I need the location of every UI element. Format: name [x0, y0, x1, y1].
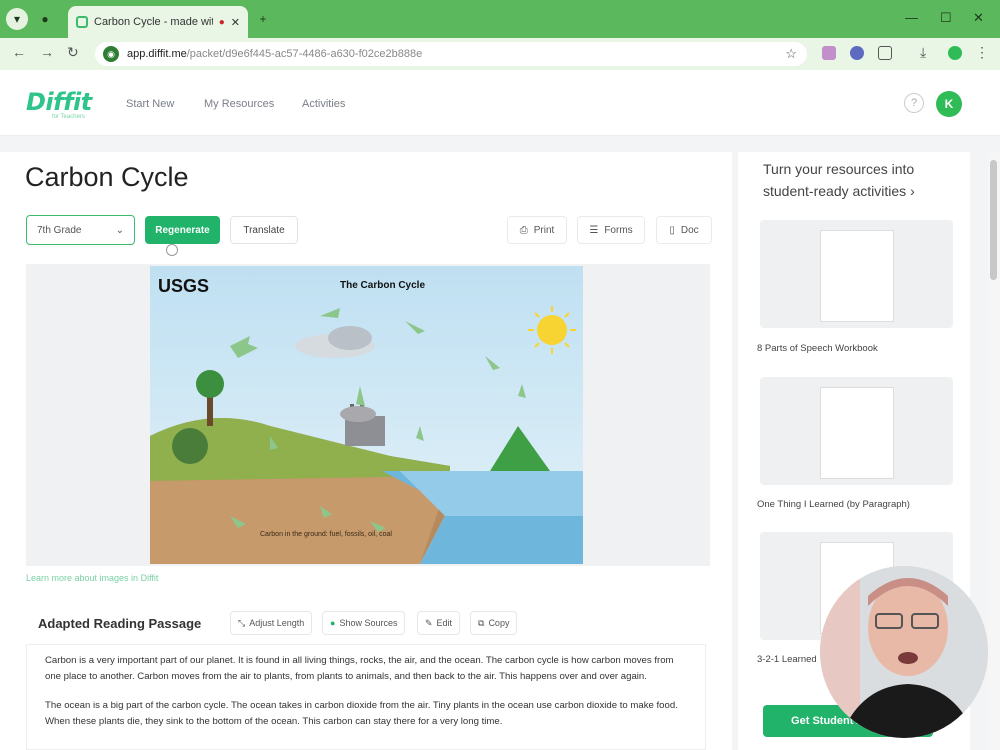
bookmark-star-icon[interactable]: ☆: [785, 46, 797, 62]
extensions-puzzle-icon[interactable]: [878, 46, 892, 60]
bush: [172, 428, 208, 464]
activity-label-3[interactable]: 3-2-1 Learned: [757, 654, 817, 665]
factory-smoke: [340, 406, 376, 422]
soil: [150, 476, 450, 564]
edit-label: Edit: [436, 618, 453, 628]
adjust-length-label: Adjust Length: [249, 618, 305, 628]
maximize-icon[interactable]: ☐: [940, 10, 952, 26]
diffit-favicon-icon: [76, 16, 88, 28]
show-sources-button[interactable]: ● Show Sources: [322, 611, 406, 635]
doc-button[interactable]: ▯ Doc: [656, 216, 712, 244]
download-icon[interactable]: ⤓: [920, 44, 926, 61]
extension-2-icon[interactable]: [850, 46, 864, 60]
passage-paragraph-2: The ocean is a big part of the carbon cy…: [45, 700, 678, 727]
grade-value: 7th Grade: [37, 224, 82, 236]
sidebar-heading[interactable]: Turn your resources into student-ready a…: [763, 158, 953, 202]
reload-icon[interactable]: ↻: [67, 44, 79, 61]
diffit-logo[interactable]: Diffit: [26, 88, 92, 116]
list-icon: ☰: [589, 224, 599, 236]
recording-icon: ●: [218, 16, 225, 28]
tab-title: Carbon Cycle - made with D: [94, 16, 213, 28]
forms-label: Forms: [604, 224, 633, 236]
usgs-logo: USGS: [158, 276, 209, 296]
webcam-overlay: [820, 566, 988, 738]
site-info-icon[interactable]: ◉: [103, 46, 119, 62]
worksheet-preview: [820, 387, 894, 479]
browser-tab[interactable]: Carbon Cycle - made with D ● ✕: [68, 6, 248, 38]
mouse-cursor: [166, 244, 178, 256]
back-icon[interactable]: ←: [12, 44, 26, 60]
learn-more-images-link[interactable]: Learn more about images in Diffit: [26, 573, 158, 583]
page-title: Carbon Cycle: [25, 162, 189, 192]
tree-canopy: [196, 370, 224, 398]
copy-button[interactable]: ⧉ Copy: [470, 611, 518, 635]
address-bar[interactable]: ◉ app.diffit.me/packet/d9e6f445-ac57-448…: [95, 42, 807, 66]
forms-button[interactable]: ☰ Forms: [577, 216, 645, 244]
carbon-cycle-diagram: USGS The Carbon Cycle Carbon in the grou…: [150, 266, 583, 564]
presenter-video: [820, 566, 988, 738]
translate-button[interactable]: Translate: [230, 216, 298, 244]
tab-search-icon[interactable]: ▾: [6, 8, 28, 30]
passage-paragraph-1: Carbon is a very important part of our p…: [45, 655, 674, 682]
help-icon[interactable]: ?: [904, 93, 924, 113]
nav-activities[interactable]: Activities: [302, 98, 345, 110]
chevron-down-icon: ⌄: [115, 224, 124, 236]
extension-icon[interactable]: ●: [34, 8, 56, 30]
activity-label-2[interactable]: One Thing I Learned (by Paragraph): [757, 499, 910, 510]
diagram-title: The Carbon Cycle: [340, 280, 425, 291]
copy-label: Copy: [488, 618, 510, 628]
scrollbar-thumb[interactable]: [990, 160, 997, 280]
print-button[interactable]: ⎙ Print: [507, 216, 567, 244]
reading-passage[interactable]: Carbon is a very important part of our p…: [26, 644, 706, 750]
avatar[interactable]: K: [936, 91, 962, 117]
logo-subtitle: for Teachers: [52, 114, 85, 120]
arrows-icon: ⤡: [238, 617, 246, 628]
cloud-dark: [328, 326, 372, 350]
edit-button[interactable]: ✎ Edit: [417, 611, 461, 635]
show-sources-label: Show Sources: [339, 618, 398, 628]
grade-select[interactable]: 7th Grade ⌄: [26, 215, 135, 245]
adjust-length-button[interactable]: ⤡ Adjust Length: [230, 611, 313, 635]
activity-thumbnail-2[interactable]: [760, 377, 953, 485]
url-host: app.diffit.me: [127, 48, 187, 60]
app-header: Diffit for Teachers Start New My Resourc…: [0, 70, 1000, 136]
nav-my-resources[interactable]: My Resources: [204, 98, 274, 110]
minimize-icon[interactable]: —: [905, 10, 918, 25]
browser-tab-strip: ▾ ● Carbon Cycle - made with D ● ✕ + — ☐…: [0, 0, 1000, 38]
worksheet-preview: [820, 230, 894, 322]
pencil-icon: ✎: [425, 617, 433, 628]
menu-icon[interactable]: ⋮: [975, 44, 989, 61]
url-path: /packet/d9e6f445-ac57-4486-a630-f02ce2b8…: [186, 48, 423, 60]
toggle-icon: ●: [330, 618, 336, 628]
doc-label: Doc: [680, 224, 699, 236]
activity-thumbnail-1[interactable]: [760, 220, 953, 328]
profile-icon[interactable]: [948, 46, 962, 60]
document-icon: ▯: [669, 224, 675, 236]
print-label: Print: [533, 224, 555, 236]
copy-icon: ⧉: [478, 617, 485, 628]
page-scrollbar[interactable]: [988, 152, 1000, 750]
passage-title: Adapted Reading Passage: [38, 616, 202, 631]
close-window-icon[interactable]: ✕: [973, 10, 984, 26]
close-tab-icon[interactable]: ✕: [231, 16, 240, 29]
activity-label-1[interactable]: 8 Parts of Speech Workbook: [757, 343, 878, 354]
printer-icon: ⎙: [519, 224, 528, 236]
sun-icon: [537, 315, 567, 345]
new-tab-button[interactable]: +: [252, 8, 274, 30]
extension-1-icon[interactable]: [822, 46, 836, 60]
diagram-caption: Carbon in the ground: fuel, fossils, oil…: [260, 531, 392, 538]
nav-start-new[interactable]: Start New: [126, 98, 174, 110]
regenerate-button[interactable]: Regenerate: [145, 216, 220, 244]
forward-icon[interactable]: →: [40, 44, 54, 60]
